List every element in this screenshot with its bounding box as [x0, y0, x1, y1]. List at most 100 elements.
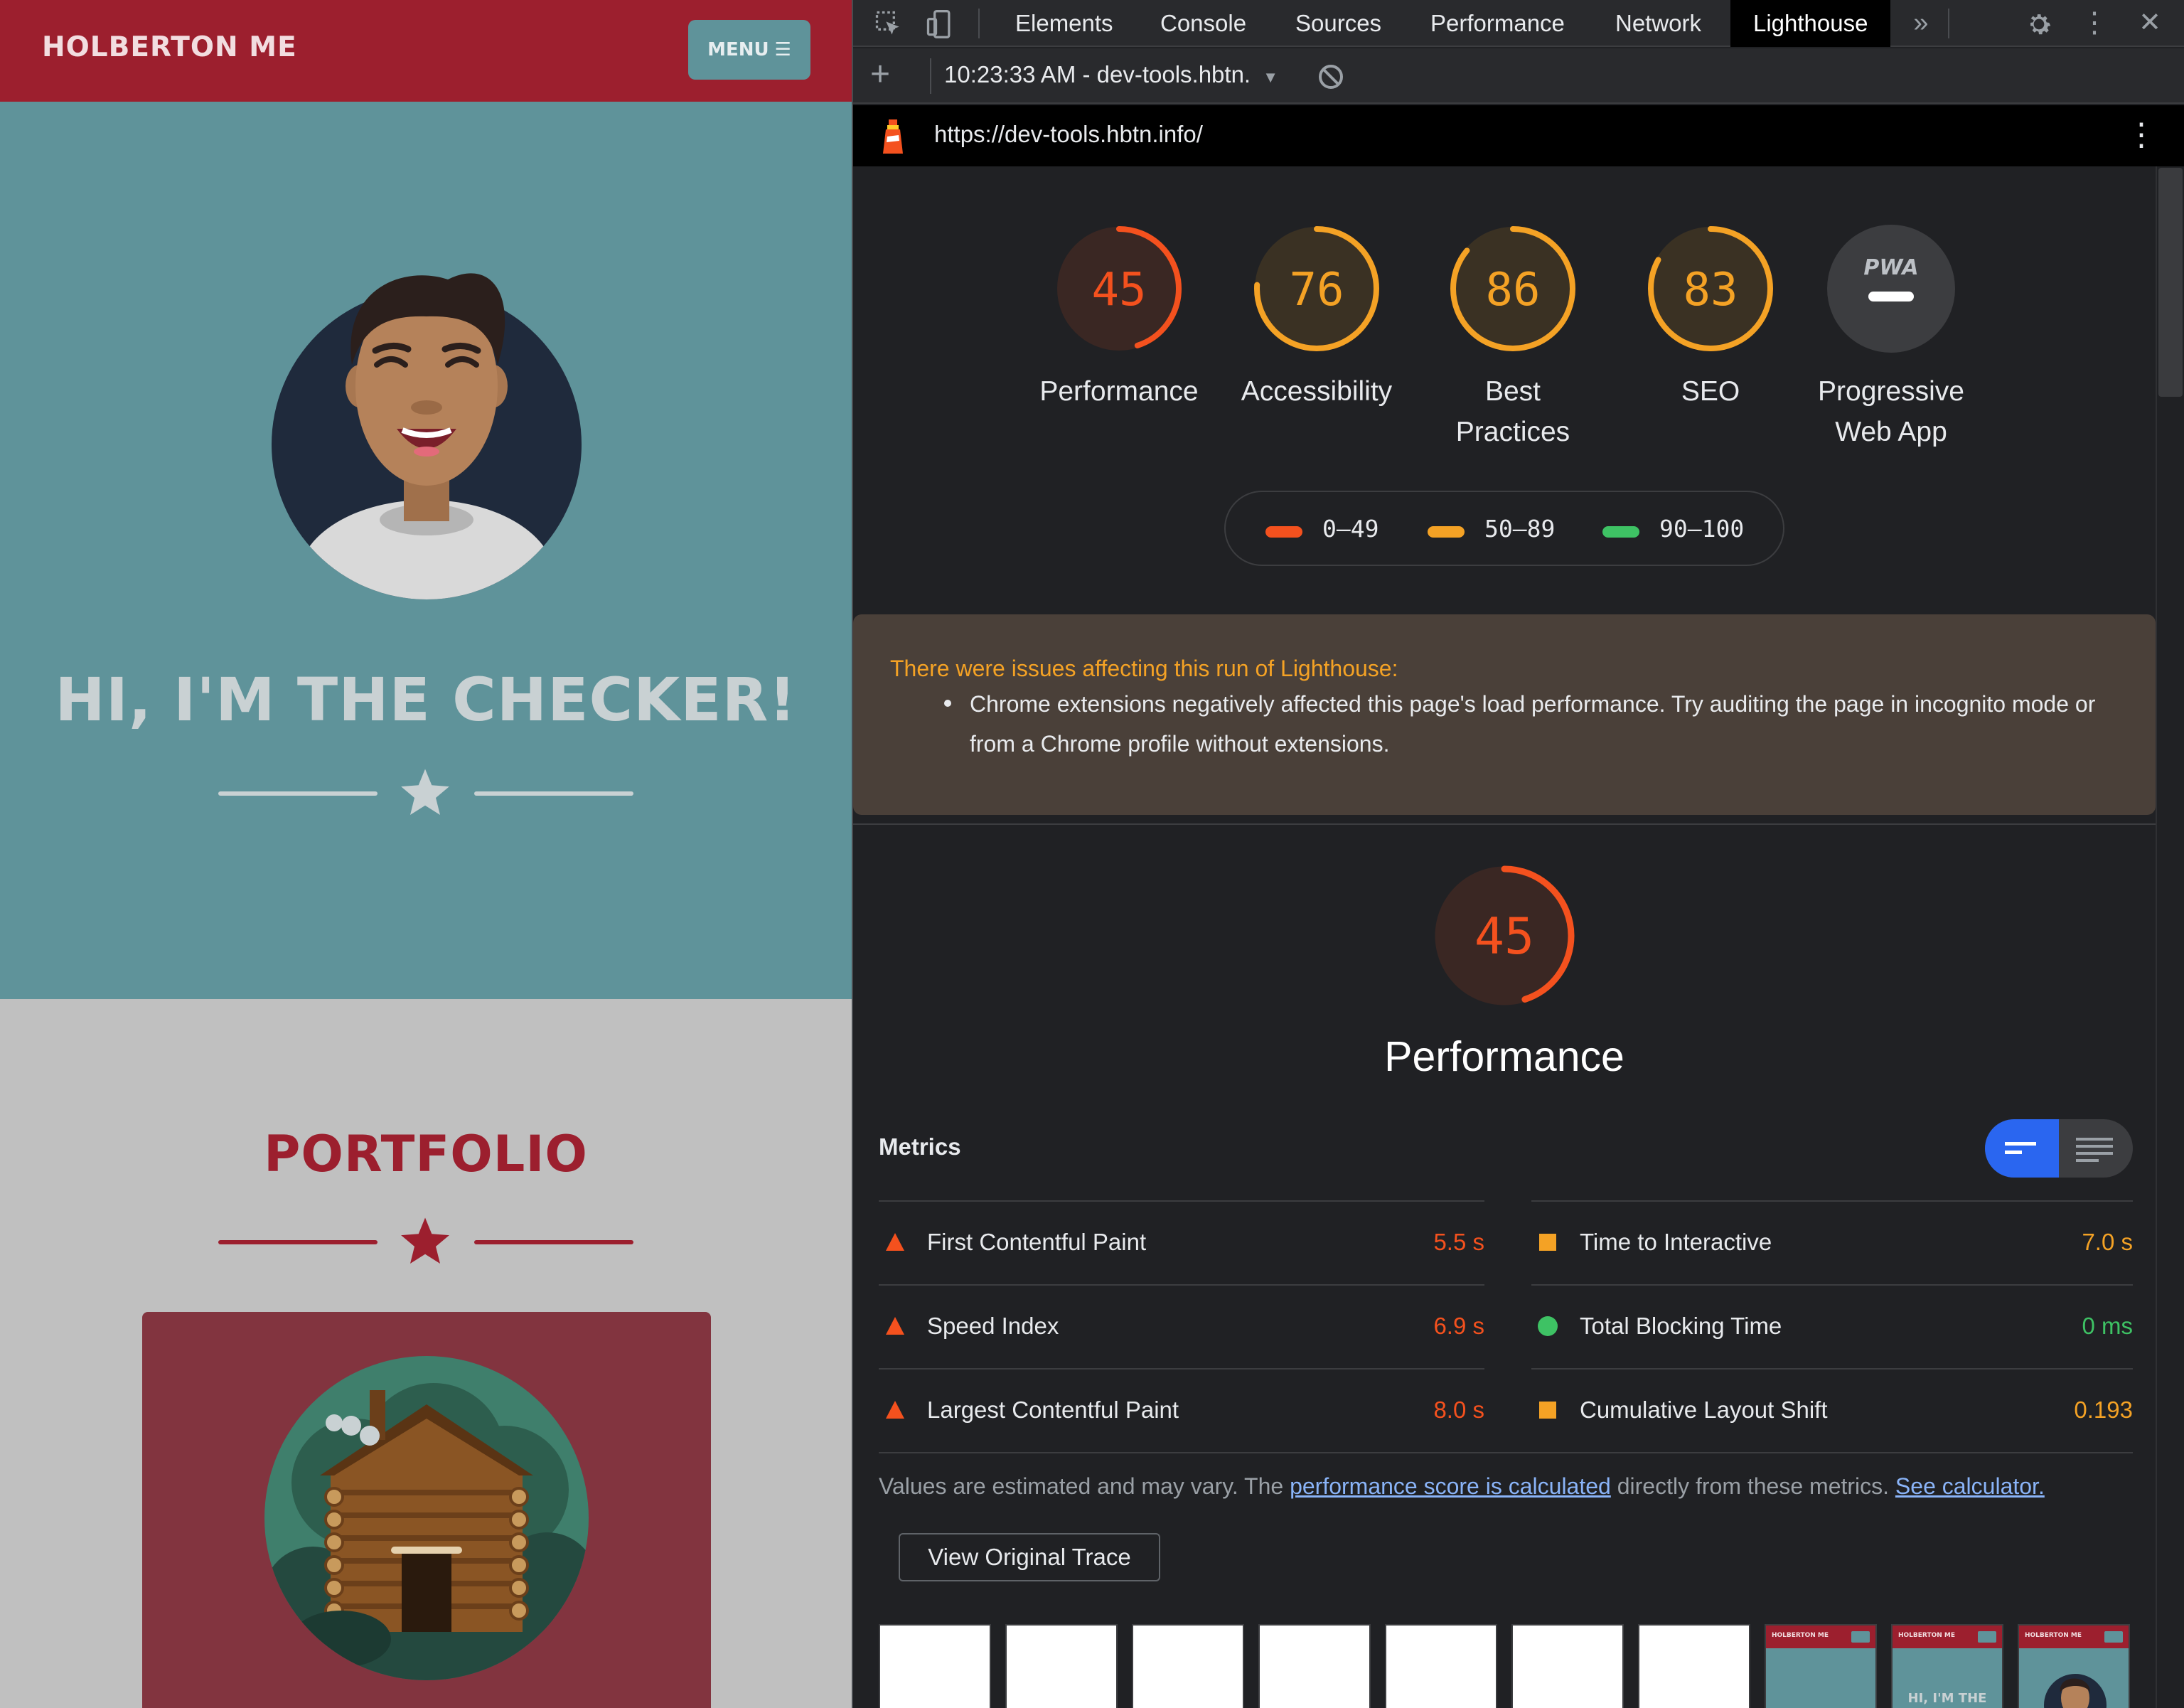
metric-row[interactable]: Cumulative Layout Shift 0.193 [1531, 1368, 2133, 1452]
device-toolbar-icon[interactable] [924, 9, 956, 40]
hero-divider-left [218, 791, 378, 796]
filmstrip-frame[interactable] [1638, 1624, 1750, 1708]
tab-lighthouse[interactable]: Lighthouse [1730, 0, 1891, 47]
cabin-illustration [264, 1356, 589, 1680]
score-calculated-link[interactable]: performance score is calculated [1290, 1473, 1611, 1499]
metric-row[interactable]: First Contentful Paint 5.5 s [879, 1200, 1484, 1284]
site-brand[interactable]: HOLBERTON ME [42, 31, 297, 63]
legend-pass-range: 90–100 [1659, 515, 1745, 543]
legend-fail-range: 0–49 [1322, 515, 1379, 543]
pwa-label-line2: Web App [1835, 417, 1947, 447]
lighthouse-report-bar: + 10:23:33 AM - dev-tools.hbtn. ▼ [853, 48, 2184, 104]
tab-elements[interactable]: Elements [1015, 0, 1113, 47]
score-label-line1: Performance [1039, 376, 1199, 407]
portfolio-card[interactable] [142, 1312, 711, 1708]
pwa-badge[interactable]: PWA [1826, 223, 1956, 354]
score-gauge-performance[interactable]: 45 [1054, 223, 1184, 354]
tab-sources[interactable]: Sources [1295, 0, 1381, 47]
score-label-2: Best Practices [1399, 371, 1627, 452]
lighthouse-logo-icon [883, 119, 903, 154]
report-select[interactable]: 10:23:33 AM - dev-tools.hbtn. ▼ [944, 61, 1278, 88]
hamburger-icon: ☰ [774, 39, 791, 60]
metric-row[interactable]: Speed Index 6.9 s [879, 1284, 1484, 1368]
metric-name: Speed Index [927, 1313, 1059, 1339]
metrics-title: Metrics [879, 1133, 961, 1160]
legend-average-mark [1428, 526, 1465, 538]
report-url-bar: https://dev-tools.hbtn.info/ ⋮ [853, 105, 2184, 166]
report-url[interactable]: https://dev-tools.hbtn.info/ [934, 121, 1203, 148]
inspect-element-icon[interactable] [873, 9, 904, 40]
new-report-icon[interactable]: + [870, 57, 890, 92]
score-label-1: Accessibility [1203, 371, 1430, 412]
gauge-1-score: 76 [1289, 264, 1344, 316]
warning-title: There were issues affecting this run of … [890, 656, 1398, 681]
filmstrip-frame[interactable]: HOLBERTON ME [2018, 1624, 2130, 1708]
warning-item: Chrome extensions negatively affected th… [970, 691, 2096, 757]
report-menu-icon[interactable]: ⋮ [2126, 117, 2157, 154]
website-viewport: HOLBERTON ME MENU ☰ HI, I'M THE CHECKER!… [0, 0, 852, 1708]
average-square-icon [1539, 1234, 1556, 1251]
warning-box: There were issues affecting this run of … [853, 614, 2156, 815]
settings-gear-icon[interactable] [2023, 9, 2055, 40]
frame-brand: HOLBERTON ME [1772, 1632, 1829, 1639]
metric-row[interactable]: Time to Interactive 7.0 s [1531, 1200, 2133, 1284]
list-expanded-icon[interactable] [2076, 1135, 2113, 1162]
frame-brand: HOLBERTON ME [1898, 1632, 1956, 1639]
devtools-tabbar: Elements Console Sources Performance Net… [853, 0, 2184, 47]
tab-network[interactable]: Network [1615, 0, 1701, 47]
frame-brand: HOLBERTON ME [2025, 1632, 2082, 1639]
metric-value: 7.0 s [2082, 1229, 2133, 1255]
toolbar-separator [978, 9, 980, 38]
view-original-trace-button[interactable]: View Original Trace [899, 1533, 1160, 1581]
section-divider [853, 823, 2156, 825]
frame-header: HOLBERTON ME [1766, 1626, 1875, 1648]
clear-reports-icon[interactable] [1317, 63, 1345, 91]
fail-triangle-icon [886, 1233, 904, 1251]
note-middle: directly from these metrics. [1610, 1473, 1895, 1499]
tab-performance[interactable]: Performance [1430, 0, 1565, 47]
hero-divider-right [474, 791, 633, 796]
metric-value: 0 ms [2082, 1313, 2133, 1339]
filmstrip-frame[interactable] [1132, 1624, 1244, 1708]
close-icon[interactable]: ✕ [2134, 7, 2166, 38]
metrics-view-toggle[interactable] [1985, 1119, 2133, 1178]
frame-header: HOLBERTON ME [2019, 1626, 2129, 1648]
score-gauge-best[interactable]: 86 [1447, 223, 1578, 354]
pass-circle-icon [1538, 1316, 1558, 1336]
performance-gauge-large[interactable]: 45 [1432, 863, 1577, 1008]
scrollbar-thumb[interactable] [2158, 168, 2183, 397]
scrollbar-track[interactable] [2156, 166, 2184, 1708]
hero-section: HI, I'M THE CHECKER! [0, 102, 852, 999]
legend-pass-mark [1602, 526, 1639, 538]
menu-button[interactable]: MENU ☰ [688, 20, 810, 80]
score-label-0: Performance [1005, 371, 1233, 412]
dropdown-arrow-icon: ▼ [1263, 68, 1279, 86]
see-calculator-link[interactable]: See calculator. [1895, 1473, 2045, 1499]
metric-row[interactable]: Total Blocking Time 0 ms [1531, 1284, 2133, 1368]
score-gauge-accessibility[interactable]: 76 [1251, 223, 1382, 354]
frame-hero-text: HI, I'M THE [1907, 1691, 1987, 1706]
menu-label: MENU [707, 39, 769, 60]
gauge-0-score: 45 [1091, 264, 1146, 316]
performance-category-title: Performance [1384, 1033, 1624, 1080]
tab-console[interactable]: Console [1160, 0, 1246, 47]
avatar [272, 273, 582, 599]
portfolio-divider-right [474, 1240, 633, 1244]
devtools-panel: Elements Console Sources Performance Net… [852, 0, 2184, 1708]
toolbar-separator [1948, 9, 1949, 38]
filmstrip-frame[interactable] [879, 1624, 991, 1708]
filmstrip-frame[interactable] [1258, 1624, 1371, 1708]
more-options-icon[interactable]: ⋮ [2079, 7, 2110, 38]
portfolio-title: PORTFOLIO [264, 1125, 588, 1183]
filmstrip-frame[interactable] [1005, 1624, 1118, 1708]
filmstrip-frame[interactable]: HOLBERTON ME HI, I'M THE [1891, 1624, 2003, 1708]
metric-row[interactable]: Largest Contentful Paint 8.0 s [879, 1368, 1484, 1452]
score-gauge-seo[interactable]: 83 [1645, 223, 1776, 354]
filmstrip-frame[interactable] [1511, 1624, 1624, 1708]
filmstrip-frame[interactable] [1385, 1624, 1497, 1708]
toggle-compact-view[interactable] [1985, 1119, 2059, 1178]
metric-name: Total Blocking Time [1580, 1313, 1782, 1339]
filmstrip-frame[interactable]: HOLBERTON ME [1765, 1624, 1877, 1708]
legend-average-range: 50–89 [1484, 515, 1556, 543]
more-tabs-icon[interactable]: » [1905, 7, 1937, 38]
